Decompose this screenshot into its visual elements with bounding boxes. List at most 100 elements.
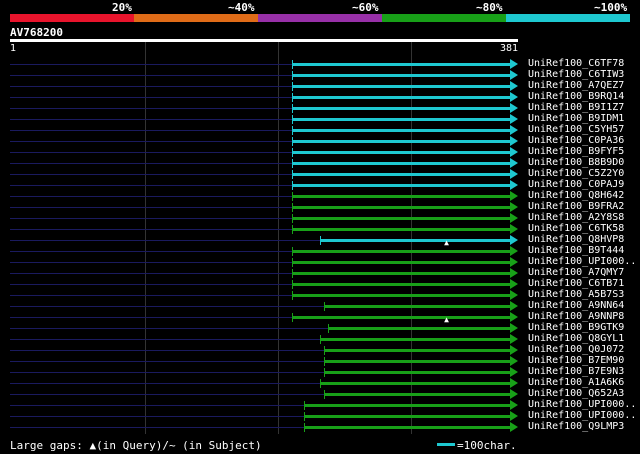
hit-alignment-bar[interactable] [292,217,510,220]
hit-alignment-bar[interactable] [292,294,510,297]
hit-label[interactable]: UniRef100_C6TK58 [528,223,624,234]
hit-label[interactable]: UniRef100_C5YH57 [528,124,624,135]
hit-alignment-bar[interactable] [292,184,510,187]
hit-label[interactable]: UniRef100_Q8HVP8 [528,234,624,245]
hit-label[interactable]: UniRef100_B9FYF5 [528,146,624,157]
hit-alignment-bar[interactable] [292,272,510,275]
hit-alignment-bar[interactable] [292,74,510,77]
unaligned-region-line [10,251,293,252]
hit-alignment-bar[interactable] [324,349,510,352]
hit-label[interactable]: UniRef100_C6TIW3 [528,69,624,80]
hit-alignment-bar[interactable] [304,426,510,429]
hit-label[interactable]: UniRef100_A5B7S3 [528,289,624,300]
hit-label[interactable]: UniRef100_C6TF78 [528,58,624,69]
hit-label[interactable]: UniRef100_B9IDM1 [528,113,624,124]
hit-alignment-bar[interactable] [292,107,510,110]
hit-label[interactable]: UniRef100_A7QEZ7 [528,80,624,91]
scale-swatch [437,443,455,446]
ruler-end: 381 [499,43,518,54]
hit-label[interactable]: UniRef100_B7E9N3 [528,366,624,377]
hit-alignment-bar[interactable] [292,283,510,286]
hit-arrow-icon [510,268,518,278]
hit-label[interactable]: UniRef100_Q8GYL1 [528,333,624,344]
hit-alignment-bar[interactable] [320,338,510,341]
hit-label[interactable]: UniRef100_C6TB71 [528,278,624,289]
hit-label[interactable]: UniRef100_B9I1Z7 [528,102,624,113]
hit-label[interactable]: UniRef100_B8B9D0 [528,157,624,168]
hit-arrow-icon [510,103,518,113]
hit-arrow-icon [510,224,518,234]
hit-label[interactable]: UniRef100_Q9LMP3 [528,421,624,432]
hit-alignment-bar[interactable] [292,118,510,121]
hit-label[interactable]: UniRef100_A9NN64 [528,300,624,311]
hit-label[interactable]: UniRef100_B9T444 [528,245,624,256]
hit-alignment-bar[interactable] [320,382,510,385]
hit-label[interactable]: UniRef100_UPI000.. [528,410,636,421]
unaligned-region-line [10,284,293,285]
hit-alignment-bar[interactable] [292,206,510,209]
unaligned-region-line [10,185,293,186]
hit-label[interactable]: UniRef100_A1A6K6 [528,377,624,388]
hit-alignment-bar[interactable] [292,316,510,319]
legend-color-bar [10,14,630,22]
unaligned-region-line [10,75,293,76]
hit-label[interactable]: UniRef100_Q0J072 [528,344,624,355]
hit-alignment-bar[interactable] [292,129,510,132]
hit-alignment-bar[interactable] [328,327,510,330]
hit-label[interactable]: UniRef100_B9GTK9 [528,322,624,333]
unaligned-region-line [10,207,293,208]
unaligned-region-line [10,317,293,318]
hit-label[interactable]: UniRef100_C5Z2Y0 [528,168,624,179]
ruler-start: 1 [10,43,17,54]
hit-arrow-icon [510,70,518,80]
hit-alignment-bar[interactable] [324,371,510,374]
hit-alignment-bar[interactable] [320,239,510,242]
hit-label[interactable]: UniRef100_UPI000.. [528,399,636,410]
hit-arrow-icon [510,257,518,267]
hit-alignment-bar[interactable] [292,250,510,253]
hit-arrow-icon [510,323,518,333]
hit-arrow-icon [510,246,518,256]
hit-alignment-bar[interactable] [292,140,510,143]
legend-label-40: ~40% [228,1,255,14]
hit-arrow-icon [510,345,518,355]
unaligned-region-line [10,328,329,329]
unaligned-region-line [10,108,293,109]
hit-alignment-bar[interactable] [324,360,510,363]
hit-label[interactable]: UniRef100_Q652A3 [528,388,624,399]
hit-label[interactable]: UniRef100_B9FRA2 [528,201,624,212]
hit-arrow-icon [510,301,518,311]
hit-arrow-icon [510,235,518,245]
hit-alignment-bar[interactable] [292,195,510,198]
unaligned-region-line [10,372,325,373]
unaligned-region-line [10,306,325,307]
hit-label[interactable]: UniRef100_B7EM90 [528,355,624,366]
hit-label[interactable]: UniRef100_UPI000.. [528,256,636,267]
hit-arrow-icon [510,411,518,421]
legend-label-20: 20% [112,1,132,14]
unaligned-region-line [10,196,293,197]
hit-label[interactable]: UniRef100_A7QMY7 [528,267,624,278]
legend-segment-red [10,14,134,22]
hit-label[interactable]: UniRef100_A2Y8S8 [528,212,624,223]
hit-label[interactable]: UniRef100_C0PA36 [528,135,624,146]
hit-alignment-bar[interactable] [292,162,510,165]
hit-alignment-bar[interactable] [304,404,510,407]
unaligned-region-line [10,218,293,219]
hit-alignment-bar[interactable] [304,415,510,418]
hit-alignment-bar[interactable] [292,151,510,154]
hit-label[interactable]: UniRef100_A9NNP8 [528,311,624,322]
hit-alignment-bar[interactable] [292,261,510,264]
hit-label[interactable]: UniRef100_B9RQ14 [528,91,624,102]
hit-alignment-bar[interactable] [292,173,510,176]
hit-alignment-bar[interactable] [292,85,510,88]
hit-arrow-icon [510,367,518,377]
hit-row[interactable]: UniRef100_Q9LMP3 [0,421,640,433]
hit-alignment-bar[interactable] [324,305,510,308]
hit-alignment-bar[interactable] [292,63,510,66]
hit-label[interactable]: UniRef100_C0PAJ9 [528,179,624,190]
hit-label[interactable]: UniRef100_Q8H642 [528,190,624,201]
hit-alignment-bar[interactable] [324,393,510,396]
hit-alignment-bar[interactable] [292,96,510,99]
hit-alignment-bar[interactable] [292,228,510,231]
